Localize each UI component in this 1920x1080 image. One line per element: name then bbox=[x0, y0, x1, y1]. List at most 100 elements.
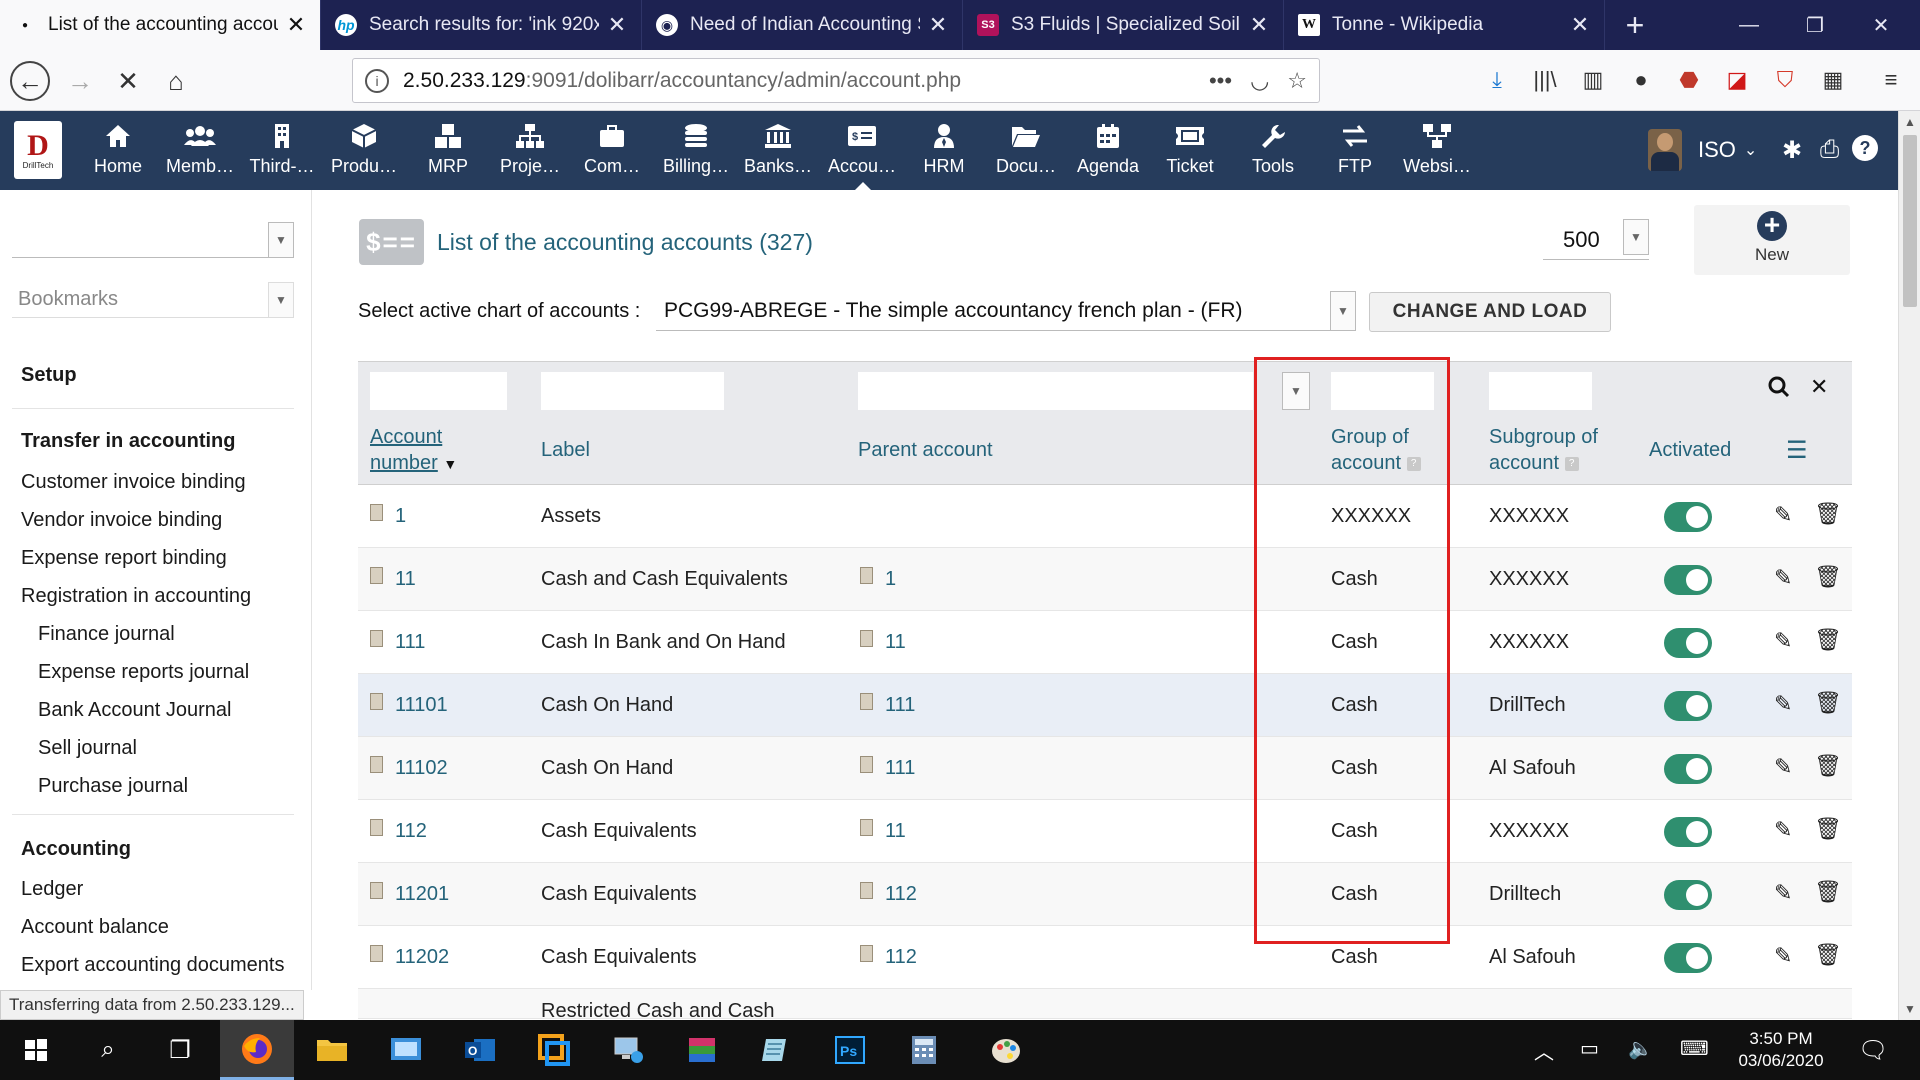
stop-button[interactable]: ✕ bbox=[108, 61, 148, 101]
activated-toggle[interactable] bbox=[1664, 548, 1712, 611]
shield-icon[interactable]: ⛉ bbox=[1770, 65, 1800, 95]
tray-expand-icon[interactable]: ︿ bbox=[1534, 1036, 1554, 1065]
sidebar-registration-in-accounting[interactable]: Registration in accounting bbox=[21, 585, 251, 608]
trash-icon[interactable]: 🗑 bbox=[1814, 879, 1842, 905]
edit-pencil-icon[interactable]: ✎ bbox=[1774, 628, 1792, 654]
menu-website[interactable]: Websi… bbox=[1396, 111, 1478, 190]
menu-commercial[interactable]: Com… bbox=[571, 111, 653, 190]
sidebar-expense-report-binding[interactable]: Expense report binding bbox=[21, 547, 227, 570]
filter-parent-account-select[interactable] bbox=[858, 372, 1253, 410]
parent-account-link[interactable]: 11 bbox=[860, 611, 906, 674]
activated-toggle[interactable] bbox=[1664, 485, 1712, 548]
more-actions-icon[interactable]: ••• bbox=[1209, 68, 1232, 94]
calculator-icon[interactable] bbox=[902, 1028, 946, 1072]
notifications-icon[interactable]: 🗨 bbox=[1858, 1036, 1888, 1065]
page-scrollbar[interactable]: ▲ ▼ bbox=[1898, 111, 1920, 1020]
sidebar-setup[interactable]: Setup bbox=[21, 364, 77, 387]
sidebar-account-balance[interactable]: Account balance bbox=[21, 916, 169, 939]
menu-icon[interactable]: ≡ bbox=[1876, 65, 1906, 95]
sidebar-vendor-invoice-binding[interactable]: Vendor invoice binding bbox=[21, 509, 222, 532]
bug-icon[interactable]: ✱ bbox=[1782, 136, 1802, 165]
back-button[interactable]: ← bbox=[10, 61, 50, 101]
activated-toggle[interactable] bbox=[1664, 800, 1712, 863]
taskbar-clock[interactable]: 3:50 PM 03/06/2020 bbox=[1735, 1028, 1827, 1072]
paint-icon[interactable] bbox=[984, 1028, 1028, 1072]
trash-icon[interactable]: 🗑 bbox=[1814, 690, 1842, 716]
activated-toggle[interactable] bbox=[1664, 863, 1712, 926]
restore-button[interactable]: ❐ bbox=[1782, 0, 1848, 50]
task-view-icon[interactable]: ❐ bbox=[158, 1028, 202, 1072]
browser-tab-s3-fluids[interactable]: S3 S3 Fluids | Specialized Soil So ✕ bbox=[963, 0, 1284, 50]
trash-icon[interactable]: 🗑 bbox=[1814, 753, 1842, 779]
close-tab-icon[interactable]: ✕ bbox=[1249, 12, 1269, 38]
parent-account-link[interactable]: 11 bbox=[860, 800, 906, 863]
browser-tab-hp-search[interactable]: hp Search results for: 'ink 920xl ✕ bbox=[321, 0, 642, 50]
header-account-number[interactable]: Account number ▼ bbox=[370, 424, 457, 477]
header-activated[interactable]: Activated bbox=[1649, 437, 1731, 463]
trash-icon[interactable]: 🗑 bbox=[1814, 564, 1842, 590]
sidebar-bank-account-journal[interactable]: Bank Account Journal bbox=[38, 699, 231, 722]
help-icon[interactable]: ? bbox=[1852, 135, 1878, 161]
edit-pencil-icon[interactable]: ✎ bbox=[1774, 691, 1792, 717]
sidebar-accounting[interactable]: Accounting bbox=[21, 838, 131, 861]
print-icon[interactable]: ⎙ bbox=[1820, 136, 1839, 164]
search-icon[interactable] bbox=[1768, 376, 1790, 405]
user-menu[interactable]: ISO ⌄ bbox=[1648, 129, 1757, 171]
barcode-icon[interactable]: ▦ bbox=[1818, 65, 1848, 95]
new-tab-button[interactable]: + bbox=[1605, 0, 1665, 50]
activated-toggle[interactable] bbox=[1664, 674, 1712, 737]
trash-icon[interactable]: 🗑 bbox=[1814, 816, 1842, 842]
menu-projects[interactable]: Proje… bbox=[489, 111, 571, 190]
close-tab-icon[interactable]: ✕ bbox=[1570, 12, 1590, 38]
sidebar-ledger[interactable]: Ledger bbox=[21, 878, 83, 901]
library-icon[interactable]: |||\ bbox=[1530, 65, 1560, 95]
edit-pencil-icon[interactable]: ✎ bbox=[1774, 817, 1792, 843]
edit-pencil-icon[interactable]: ✎ bbox=[1774, 880, 1792, 906]
header-parent-account[interactable]: Parent account bbox=[858, 437, 993, 463]
pocket-icon[interactable]: ◡ bbox=[1250, 68, 1269, 94]
edit-pencil-icon[interactable]: ✎ bbox=[1774, 943, 1792, 969]
filter-subgroup-input[interactable] bbox=[1489, 372, 1592, 410]
trash-icon[interactable]: 🗑 bbox=[1814, 627, 1842, 653]
sidebar-sell-journal[interactable]: Sell journal bbox=[38, 737, 137, 760]
menu-mrp[interactable]: MRP bbox=[407, 111, 489, 190]
list-columns-icon[interactable]: ☰ bbox=[1786, 436, 1808, 465]
parent-account-link[interactable]: 112 bbox=[860, 926, 917, 989]
winrar-icon[interactable] bbox=[680, 1028, 724, 1072]
account-number-link[interactable]: 1 bbox=[370, 485, 406, 548]
minimize-button[interactable]: — bbox=[1716, 0, 1782, 50]
forward-button[interactable]: → bbox=[60, 61, 100, 101]
keyboard-icon[interactable]: ⌨ bbox=[1680, 1036, 1709, 1061]
change-and-load-button[interactable]: CHANGE AND LOAD bbox=[1369, 292, 1611, 332]
menu-billing[interactable]: Billing… bbox=[655, 111, 737, 190]
browser-tab-accounting[interactable]: ● List of the accounting accoun ✕ bbox=[0, 0, 321, 50]
parent-account-link[interactable]: 1 bbox=[860, 548, 896, 611]
scroll-down-icon[interactable]: ▼ bbox=[1899, 998, 1920, 1020]
windows-start-icon[interactable] bbox=[14, 1028, 58, 1072]
sidebar-icon[interactable]: ▥ bbox=[1578, 65, 1608, 95]
menu-documents[interactable]: Docu… bbox=[985, 111, 1067, 190]
account-icon[interactable]: ● bbox=[1626, 65, 1656, 95]
sidebar-finance-journal[interactable]: Finance journal bbox=[38, 623, 175, 646]
edit-pencil-icon[interactable]: ✎ bbox=[1774, 565, 1792, 591]
filter-label-input[interactable] bbox=[541, 372, 724, 410]
account-number-link[interactable]: 11 bbox=[370, 548, 416, 611]
header-label[interactable]: Label bbox=[541, 437, 590, 463]
filter-account-number-input[interactable] bbox=[370, 372, 507, 410]
activated-toggle[interactable] bbox=[1664, 737, 1712, 800]
menu-home[interactable]: Home bbox=[77, 111, 159, 190]
new-account-button[interactable]: + New bbox=[1694, 205, 1850, 275]
browser-tab-wikipedia[interactable]: W Tonne - Wikipedia ✕ bbox=[1284, 0, 1605, 50]
menu-banks[interactable]: Banks… bbox=[737, 111, 819, 190]
close-window-button[interactable]: ✕ bbox=[1848, 0, 1914, 50]
control-panel-icon[interactable] bbox=[384, 1028, 428, 1072]
browser-tab-indian-accounting[interactable]: ◉ Need of Indian Accounting S ✕ bbox=[642, 0, 963, 50]
volume-icon[interactable]: 🔈 bbox=[1628, 1036, 1653, 1061]
trash-icon[interactable]: 🗑 bbox=[1814, 942, 1842, 968]
scrollbar-thumb[interactable] bbox=[1903, 135, 1917, 307]
quick-search-select[interactable]: ▼ bbox=[12, 222, 294, 258]
close-tab-icon[interactable]: ✕ bbox=[607, 12, 627, 38]
account-number-link[interactable]: 11201 bbox=[370, 863, 449, 926]
menu-hrm[interactable]: HRM bbox=[903, 111, 985, 190]
photoshop-icon[interactable]: Ps bbox=[828, 1028, 872, 1072]
